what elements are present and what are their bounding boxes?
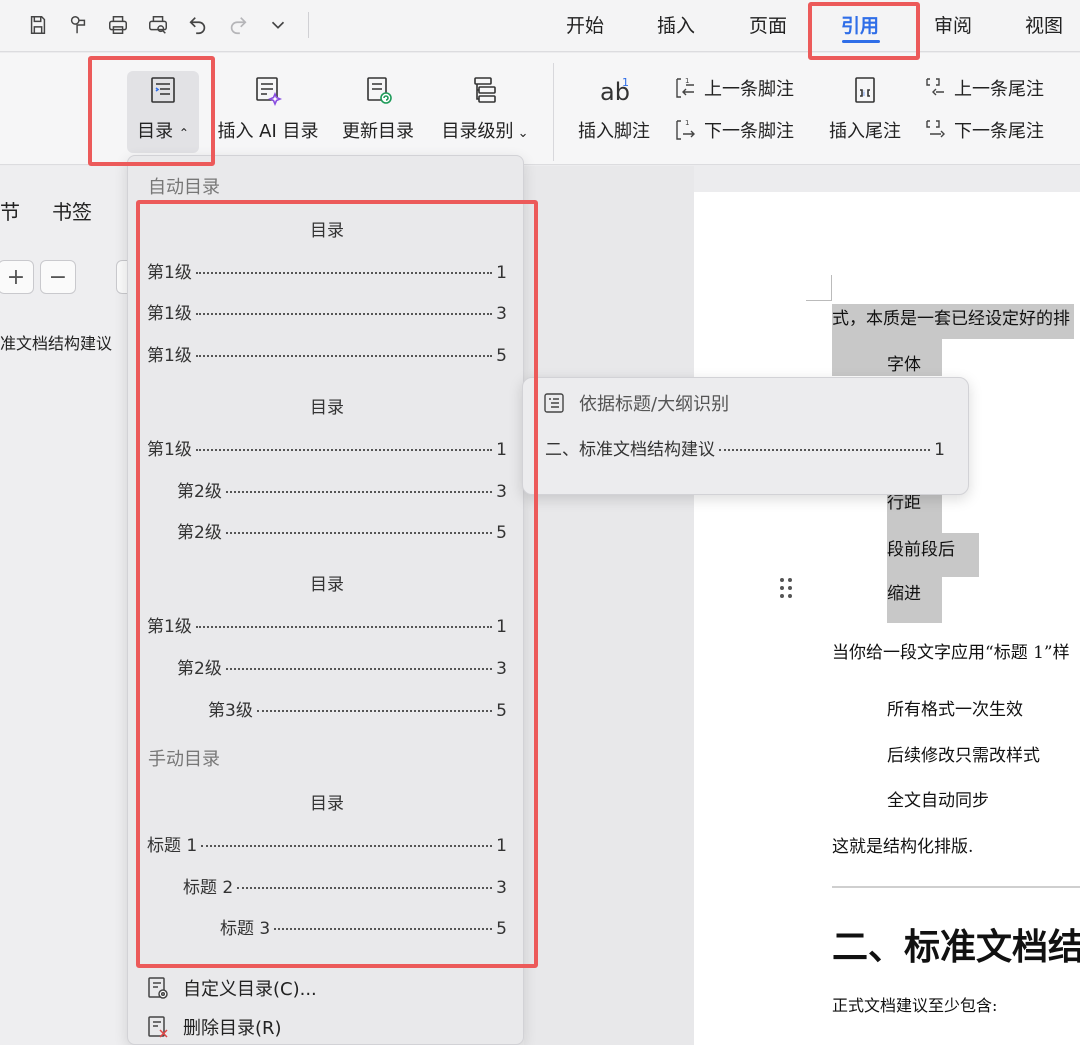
tab-bookmarks[interactable]: 书签 [52,196,92,225]
tab-sections[interactable]: 节 [0,196,20,225]
delete-toc-label: 删除目录(R) [183,1018,282,1039]
next-endnote-label: 下一条尾注 [954,121,1044,142]
popup-header-label: 依据标题/大纲识别 [579,394,730,415]
undo-icon[interactable] [186,13,210,37]
doc-heading: 二、标准文档结 [832,926,1080,968]
redo-icon[interactable] [226,13,250,37]
popup-header: 依据标题/大纲识别 [543,390,729,416]
insert-ai-toc-label: 插入 AI 目录 [217,121,319,142]
svg-text:i: i [863,90,865,98]
tab-page[interactable]: 页面 [749,12,787,40]
custom-toc-label: 自定义目录(C)... [183,979,317,1000]
insert-footnote-button[interactable]: ab 1 插入脚注 [570,71,658,143]
chevron-down-icon[interactable] [266,13,290,37]
doc-list-item: 所有格式一次生效 [887,700,1023,720]
doc-list-item: 后续修改只需改样式 [887,746,1040,766]
tab-insert[interactable]: 插入 [657,12,695,40]
toc-preview-popup: 依据标题/大纲识别 二、标准文档结构建议 1 [522,377,969,495]
update-toc-button[interactable]: 更新目录 [336,71,420,143]
insert-ai-toc-button[interactable]: 插入 AI 目录 [212,71,324,143]
insert-footnote-label: 插入脚注 [578,121,650,142]
insert-endnote-button[interactable]: i 插入尾注 [822,71,908,143]
auto-toc-section-label: 自动目录 [148,177,220,198]
delete-toc-menu-item[interactable]: 删除目录(R) [145,1014,282,1040]
doc-list-item: 段前段后 [887,540,955,560]
delete-toc-icon [148,1016,168,1038]
custom-toc-menu-item[interactable]: 自定义目录(C)... [145,975,317,1001]
doc-list-item: 全文自动同步 [887,791,989,811]
doc-text-line: 这就是结构化排版. [832,837,974,857]
next-footnote-icon: 1 [676,119,695,140]
document-margin [524,166,694,1045]
custom-toc-icon [148,977,168,999]
doc-text-line: 正式文档建议至少包含: [832,996,998,1015]
doc-text-line: 式，本质是一套已经设定好的排 [832,304,1074,339]
svg-text:1: 1 [685,77,689,85]
save-icon[interactable] [26,13,50,37]
update-toc-icon [360,71,396,109]
annotation-box-references-tab [808,2,920,60]
update-toc-label: 更新目录 [342,121,414,142]
tab-view[interactable]: 视图 [1025,12,1063,40]
toc-level-label: 目录级别 [441,121,514,142]
drag-handle-icon[interactable] [778,576,794,600]
ai-toc-icon [250,71,286,109]
next-endnote-button[interactable]: 下一条尾注 [922,117,1044,143]
popup-toc-entry[interactable]: 二、标准文档结构建议 1 [545,435,945,460]
doc-text-line: 当你给一段文字应用“标题 1”样 [832,643,1070,663]
expand-button[interactable]: + [0,260,34,294]
doc-divider [832,886,1080,888]
ribbon-divider [553,63,554,161]
doc-list-item: 字体 [887,355,921,375]
svg-text:1: 1 [685,119,689,127]
outline-icon [544,393,564,413]
prev-endnote-button[interactable]: 上一条尾注 [922,75,1044,101]
insert-endnote-label: 插入尾注 [829,121,901,142]
doc-list-item: 缩进 [887,584,921,604]
toolbar-divider [308,12,309,38]
print-icon[interactable] [106,13,130,37]
nav-heading-item[interactable]: 准文档结构建议 [0,330,112,354]
page-corner-mark [806,300,832,301]
navigation-pane: 节 书签 + − 准文档结构建议 [0,166,152,1045]
next-endnote-icon [926,120,945,138]
next-footnote-label: 下一条脚注 [704,121,794,142]
next-footnote-button[interactable]: 1 下一条脚注 [672,117,794,143]
footnote-icon: ab 1 [596,71,632,109]
collapse-button[interactable]: − [40,260,76,294]
format-painter-icon[interactable] [66,13,90,37]
print-preview-icon[interactable] [146,13,170,37]
toc-level-button[interactable]: 目录级别 ⌄ [436,71,534,143]
chevron-down-icon: ⌄ [513,126,529,141]
svg-text:1: 1 [622,76,629,89]
annotation-box-toc-templates [136,200,538,968]
annotation-box-toc-button [88,56,215,166]
prev-endnote-label: 上一条尾注 [954,79,1044,100]
page-corner-mark [831,275,832,301]
tab-start[interactable]: 开始 [566,12,604,40]
prev-endnote-icon [926,78,944,96]
tab-review[interactable]: 审阅 [934,12,972,40]
endnote-icon: i [847,71,883,109]
toc-level-icon [467,71,503,109]
prev-footnote-button[interactable]: 1 上一条脚注 [672,75,794,101]
prev-footnote-icon: 1 [676,77,694,98]
prev-footnote-label: 上一条脚注 [704,79,794,100]
